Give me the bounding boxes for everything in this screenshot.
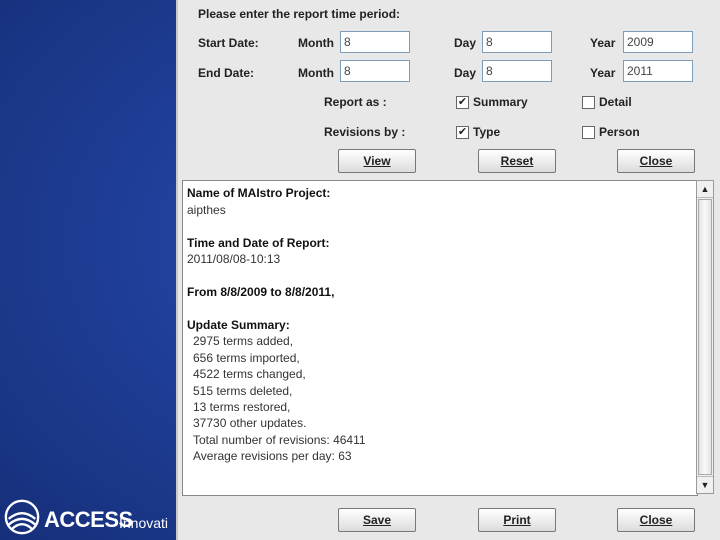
revisions-by-label: Revisions by : (324, 125, 406, 139)
detail-checkbox-label: Detail (599, 95, 632, 109)
scroll-up-arrow-icon[interactable]: ▲ (697, 181, 713, 198)
summary-line: Average revisions per day: 63 (193, 449, 352, 463)
end-month-field[interactable] (340, 60, 410, 82)
period-prompt: Please enter the report time period: (198, 7, 401, 21)
summary-line: Total number of revisions: 46411 (193, 433, 366, 447)
end-date-label: End Date: (198, 66, 255, 80)
end-month-label: Month (298, 66, 334, 80)
start-year-label: Year (590, 36, 616, 50)
summary-line: 13 terms restored, (193, 400, 291, 414)
start-day-label: Day (454, 36, 477, 50)
end-year-field[interactable] (623, 60, 693, 82)
start-year-field[interactable] (623, 31, 693, 53)
range-heading: From 8/8/2009 to 8/8/2011, (187, 285, 335, 299)
end-day-label: Day (454, 66, 477, 80)
detail-checkbox[interactable] (582, 96, 595, 109)
type-checkbox[interactable]: ✔ (456, 126, 469, 139)
access-innovations-logo: ACCESS Innovati (0, 495, 180, 540)
person-checkbox[interactable] (582, 126, 595, 139)
report-output-area[interactable]: Name of MAIstro Project: aipthes Time an… (182, 180, 698, 496)
summary-line: 4522 terms changed, (193, 367, 306, 381)
logo-sub-text: Innovati (119, 515, 169, 531)
summary-line: 2975 terms added, (193, 334, 294, 348)
summary-checkbox-label: Summary (473, 95, 528, 109)
start-day-field[interactable] (482, 31, 552, 53)
end-day-field[interactable] (482, 60, 552, 82)
scroll-down-arrow-icon[interactable]: ▼ (697, 476, 713, 493)
summary-line: 515 terms deleted, (193, 384, 293, 398)
summary-heading: Update Summary: (187, 318, 290, 332)
summary-checkbox[interactable]: ✔ (456, 96, 469, 109)
report-as-label: Report as : (324, 95, 387, 109)
start-month-label: Month (298, 36, 334, 50)
time-value: 2011/08/08-10:13 (187, 252, 281, 266)
summary-line: 656 terms imported, (193, 351, 300, 365)
summary-line: 37730 other updates. (193, 416, 307, 430)
time-heading: Time and Date of Report: (187, 236, 330, 250)
end-year-label: Year (590, 66, 616, 80)
close-button-top[interactable]: Close (617, 149, 695, 173)
type-checkbox-label: Type (473, 125, 501, 139)
report-dialog: Please enter the report time period: Sta… (176, 0, 720, 540)
view-button[interactable]: View (338, 149, 416, 173)
person-checkbox-label: Person (599, 125, 640, 139)
print-button[interactable]: Print (478, 508, 556, 532)
project-name: aipthes (187, 203, 226, 217)
start-date-label: Start Date: (198, 36, 259, 50)
globe-logo-icon (4, 499, 40, 535)
reset-button[interactable]: Reset (478, 149, 556, 173)
close-button-bottom[interactable]: Close (617, 508, 695, 532)
report-scrollbar[interactable]: ▲ ▼ (696, 180, 714, 494)
start-month-field[interactable] (340, 31, 410, 53)
save-button[interactable]: Save (338, 508, 416, 532)
project-heading: Name of MAIstro Project: (187, 186, 331, 200)
scroll-thumb[interactable] (698, 199, 712, 475)
